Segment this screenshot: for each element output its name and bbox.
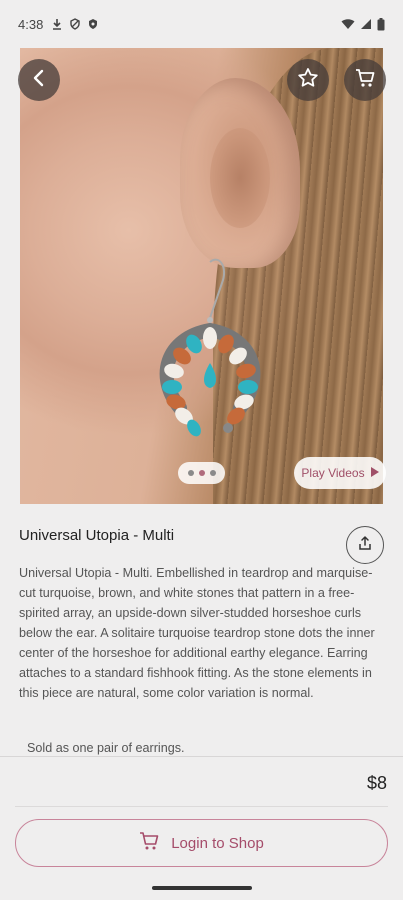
play-videos-label: Play Videos <box>301 466 365 480</box>
product-price: $8 <box>366 773 387 793</box>
cart-icon <box>354 67 376 94</box>
carousel-indicator[interactable] <box>178 462 225 484</box>
carousel-dot-active[interactable] <box>198 470 205 476</box>
play-icon <box>370 466 379 480</box>
status-icons-left <box>51 18 99 30</box>
security-icon <box>87 18 99 30</box>
back-button[interactable] <box>18 59 60 101</box>
cart-button[interactable] <box>344 59 386 101</box>
vpn-shield-icon <box>69 18 81 30</box>
star-icon <box>297 67 319 94</box>
signal-icon <box>360 18 372 30</box>
wifi-icon <box>341 18 355 30</box>
download-icon <box>51 18 63 30</box>
share-icon <box>357 535 373 556</box>
home-indicator[interactable] <box>152 886 252 890</box>
status-icons-right <box>341 17 385 31</box>
login-to-shop-label: Login to Shop <box>171 834 264 852</box>
favorite-button[interactable] <box>287 59 329 101</box>
carousel-dot[interactable] <box>209 470 216 476</box>
earring-illustration <box>159 258 261 437</box>
cart-icon <box>139 831 161 855</box>
product-description: Universal Utopia - Multi. Embellished in… <box>19 566 375 700</box>
product-image[interactable] <box>20 48 383 504</box>
battery-icon <box>377 17 385 31</box>
divider <box>0 756 403 757</box>
divider <box>15 806 388 807</box>
share-button[interactable] <box>346 526 384 564</box>
product-title: Universal Utopia - Multi <box>19 527 175 544</box>
product-photo-ear-shadow <box>210 128 270 228</box>
carousel-dot[interactable] <box>187 470 194 476</box>
chevron-left-icon <box>32 69 46 92</box>
play-videos-button[interactable]: Play Videos <box>294 457 386 489</box>
product-note: Sold as one pair of earrings. <box>27 741 185 755</box>
status-time: 4:38 <box>18 16 44 32</box>
login-to-shop-button[interactable]: Login to Shop <box>15 819 388 867</box>
status-bar: 4:38 <box>0 0 403 48</box>
